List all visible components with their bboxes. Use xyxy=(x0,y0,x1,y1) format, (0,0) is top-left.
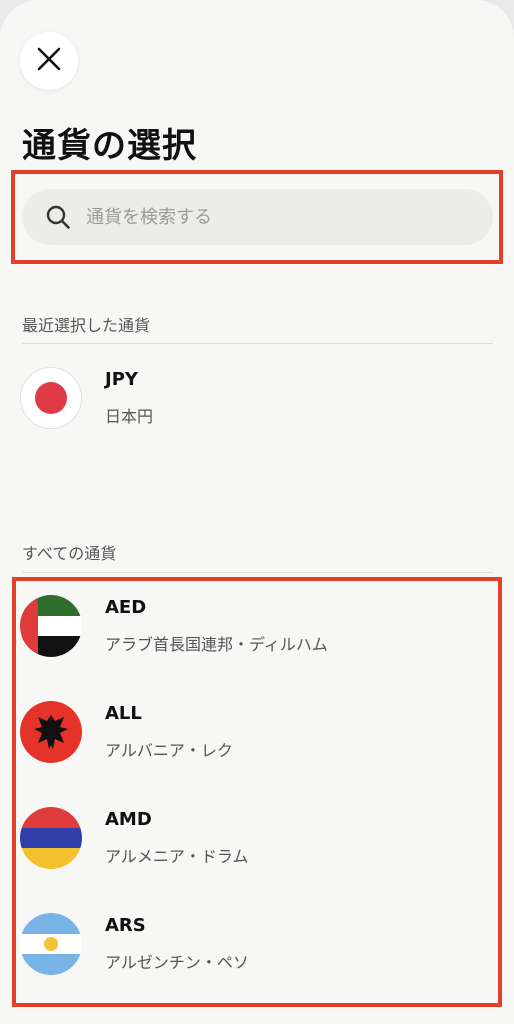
currency-name: アルゼンチン・ペソ xyxy=(105,953,249,972)
currency-code: JPY xyxy=(105,369,138,390)
currency-name: アラブ首長国連邦・ディルハム xyxy=(105,635,328,654)
currency-name: 日本円 xyxy=(105,407,154,426)
currency-row-jpy[interactable]: JPY 日本円 xyxy=(20,367,490,435)
close-icon xyxy=(36,46,62,76)
currency-row-all[interactable]: ALL アルバニア・レク xyxy=(20,701,490,769)
currency-name: アルバニア・レク xyxy=(105,741,233,760)
currency-code: AMD xyxy=(105,809,152,830)
currency-code: AED xyxy=(105,597,147,618)
currency-row-amd[interactable]: AMD アルメニア・ドラム xyxy=(20,807,490,875)
armenia-flag-icon xyxy=(20,807,82,869)
currency-name: アルメニア・ドラム xyxy=(105,847,249,866)
all-section-title: すべての通貨 xyxy=(22,544,117,563)
currency-code: ALL xyxy=(105,703,142,724)
currency-select-sheet: 通貨の選択 最近選択した通貨 JPY 日本円 すべての通貨 xyxy=(0,0,514,1024)
currency-row-aed[interactable]: AED アラブ首長国連邦・ディルハム xyxy=(20,595,490,663)
japan-flag-icon xyxy=(20,367,82,429)
search-input[interactable] xyxy=(84,205,468,229)
currency-code: ARS xyxy=(105,915,146,936)
argentina-flag-icon xyxy=(20,913,82,975)
recent-section-title: 最近選択した通貨 xyxy=(22,316,151,335)
recent-divider xyxy=(22,343,493,344)
search-bar[interactable] xyxy=(22,189,493,245)
close-button[interactable] xyxy=(20,32,78,90)
currency-row-ars[interactable]: ARS アルゼンチン・ペソ xyxy=(20,913,490,981)
albania-flag-icon xyxy=(20,701,82,763)
search-icon xyxy=(44,203,72,231)
page-title: 通貨の選択 xyxy=(22,126,197,166)
all-divider xyxy=(22,572,493,573)
uae-flag-icon xyxy=(20,595,82,657)
